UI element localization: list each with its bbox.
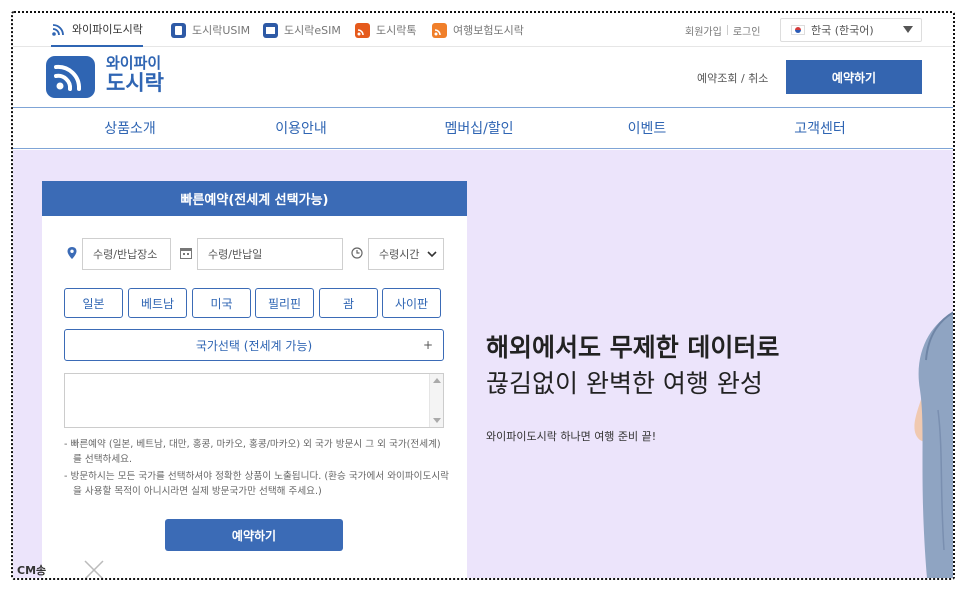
booking-title: 빠른예약(전세계 선택가능): [42, 181, 467, 216]
nav-events[interactable]: 이벤트: [567, 108, 727, 148]
country-select-button[interactable]: 국가선택 (전세계 가능) +: [64, 329, 444, 361]
reserve-button[interactable]: 예약하기: [786, 60, 922, 94]
tab-label: 와이파이도시락: [72, 23, 143, 36]
quick-reserve-button[interactable]: 예약하기: [165, 519, 343, 551]
tab-label: 도시락톡: [376, 24, 417, 37]
usim-icon: [171, 22, 186, 38]
hero-subtitle: 와이파이도시락 하나면 여행 준비 끝!: [486, 430, 657, 443]
tab-label: 도시락USIM: [192, 24, 251, 37]
tab-insurance[interactable]: 여행보험도시락: [432, 13, 524, 47]
scroll-down-icon[interactable]: [433, 418, 441, 423]
insurance-icon: [432, 22, 447, 38]
note-item: - 방문하시는 모든 국가를 선택하셔야 정확한 상품이 노출됩니다. (환승 …: [64, 471, 449, 497]
country-saipan-button[interactable]: 사이판: [382, 288, 441, 318]
browser-frame: 와이파이도시락 도시락USIM 도시락eSIM 도시락톡 여행보험도시락 회원가…: [11, 11, 955, 580]
hero-headline-2: 끊김없이 완벽한 여행 완성: [486, 369, 763, 398]
scroll-up-icon[interactable]: [433, 378, 441, 383]
nav-guide[interactable]: 이용안내: [221, 108, 381, 148]
korea-flag-icon: [791, 25, 805, 35]
divider: [726, 25, 728, 35]
country-guam-button[interactable]: 괌: [319, 288, 378, 318]
account-links: 회원가입 로그인: [685, 13, 760, 47]
logo-line2: 도시락: [106, 71, 164, 95]
header: 와이파이 도시락 예약조회 / 취소 예약하기: [13, 47, 953, 107]
booking-notes: - 빠른예약 (일본, 베트남, 대만, 홍콩, 마카오, 홍콩/마카오) 외 …: [64, 437, 449, 501]
cm-song-label: CM송: [17, 564, 47, 577]
logo-text[interactable]: 와이파이 도시락: [106, 56, 164, 94]
top-bar: 와이파이도시락 도시락USIM 도시락eSIM 도시락톡 여행보험도시락 회원가…: [13, 13, 953, 47]
tab-usim[interactable]: 도시락USIM: [171, 13, 250, 47]
hero-section: 빠른예약(전세계 선택가능) 수령/반납장소 수령/반납일 수령시간 일본 베트…: [13, 150, 953, 578]
country-philippines-button[interactable]: 필리핀: [255, 288, 314, 318]
country-vietnam-button[interactable]: 베트남: [128, 288, 187, 318]
note-item: - 빠른예약 (일본, 베트남, 대만, 홍콩, 마카오, 홍콩/마카오) 외 …: [64, 439, 441, 465]
login-link[interactable]: 로그인: [733, 23, 761, 38]
pickup-time-select[interactable]: 수령시간: [368, 238, 444, 270]
quick-booking-panel: 빠른예약(전세계 선택가능) 수령/반납장소 수령/반납일 수령시간 일본 베트…: [42, 181, 467, 578]
tab-talk[interactable]: 도시락톡: [355, 13, 416, 47]
language-select[interactable]: 한국 (한국어): [780, 18, 922, 42]
location-pin-icon: [67, 247, 77, 259]
reservation-lookup-link[interactable]: 예약조회 / 취소: [697, 70, 768, 86]
main-nav: 상품소개 이용안내 멤버십/할인 이벤트 고객센터: [13, 107, 953, 149]
calendar-icon: [180, 248, 192, 259]
traveler-image: [914, 311, 953, 578]
tab-label: 여행보험도시락: [453, 24, 524, 37]
hero-headline: 해외에서도 무제한 데이터로: [486, 333, 780, 362]
nav-products[interactable]: 상품소개: [50, 108, 210, 148]
logo-icon[interactable]: [46, 56, 95, 98]
close-icon[interactable]: [83, 559, 105, 580]
tab-esim[interactable]: 도시락eSIM: [263, 13, 341, 47]
pickup-date-field[interactable]: 수령/반납일: [197, 238, 343, 270]
tab-wifi-dosirak[interactable]: 와이파이도시락: [51, 13, 143, 47]
logo-line1: 와이파이: [106, 54, 162, 72]
talk-icon: [355, 22, 370, 38]
wifi-icon: [51, 21, 66, 37]
tab-label: 도시락eSIM: [284, 24, 341, 37]
signup-link[interactable]: 회원가입: [685, 23, 722, 38]
country-usa-button[interactable]: 미국: [192, 288, 251, 318]
country-japan-button[interactable]: 일본: [64, 288, 123, 318]
country-select-label: 국가선택 (전세계 가능): [195, 338, 313, 353]
language-label: 한국 (한국어): [811, 24, 874, 37]
nav-membership[interactable]: 멤버십/할인: [399, 108, 559, 148]
selected-countries-box[interactable]: [64, 373, 444, 428]
pickup-place-field[interactable]: 수령/반납장소: [82, 238, 171, 270]
caret-down-icon: [903, 26, 913, 33]
chevron-down-icon: [427, 251, 437, 258]
scrollbar[interactable]: [429, 374, 443, 427]
plus-icon: +: [422, 338, 433, 352]
nav-support[interactable]: 고객센터: [740, 108, 900, 148]
time-label: 수령시간: [379, 248, 420, 261]
esim-icon: [263, 22, 278, 38]
clock-icon: [351, 247, 363, 259]
